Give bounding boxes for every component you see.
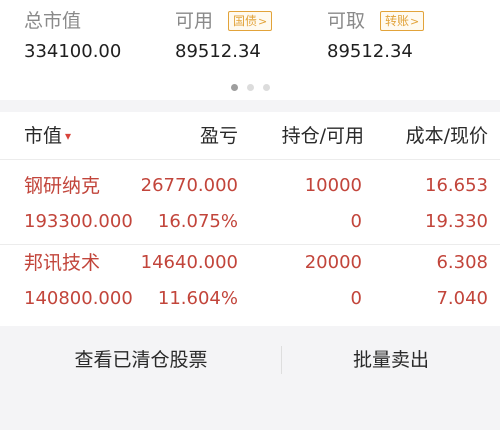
view-cleared-stocks-button[interactable]: 查看已清仓股票 [0,332,282,388]
profit-loss: 26770.000 [140,175,238,196]
holdings-table: 市值 ▾ 盈亏 持仓/可用 成本/现价 钢研纳克 193300.000 26770… [0,112,500,326]
total-assets-label: 总市值 [24,10,82,32]
stock-name: 钢研纳克 [24,175,101,197]
account-summary: 总市值 334100.00 可用 国债> 89512.34 可取 转账> 895… [0,0,500,100]
withdrawable-funds-value: 89512.34 [327,41,413,62]
action-bar: 查看已清仓股票 批量卖出 [0,332,500,388]
chevron-right-icon: > [410,15,420,28]
available-funds-value: 89512.34 [175,41,261,62]
batch-sell-button[interactable]: 批量卖出 [282,332,500,388]
market-value: 193300.000 [24,211,133,232]
profit-loss: 14640.000 [140,252,238,273]
market-value: 140800.000 [24,288,133,309]
current-price: 19.330 [425,211,488,232]
table-row[interactable]: 钢研纳克 193300.000 26770.000 16.075% 10000 … [0,168,500,245]
transfer-label: 转账 [385,14,410,28]
position-qty: 20000 [304,252,362,273]
cost-price-header[interactable]: 成本/现价 [406,123,488,149]
sort-market-value-header[interactable]: 市值 ▾ [24,123,71,149]
available-qty: 0 [350,288,362,309]
profit-loss-ratio: 11.604% [157,288,238,309]
stock-name: 邦讯技术 [24,252,101,274]
profit-loss-header[interactable]: 盈亏 [200,123,238,149]
table-header: 市值 ▾ 盈亏 持仓/可用 成本/现价 [0,112,500,158]
market-value-header-label: 市值 [24,125,63,147]
current-price: 7.040 [436,288,488,309]
header-divider [0,159,500,160]
withdrawable-funds-label: 可取 [327,10,366,32]
treasury-bond-label: 国债 [233,14,258,28]
total-assets-value: 334100.00 [24,41,122,62]
cost-price: 16.653 [425,175,488,196]
cost-price: 6.308 [436,252,488,273]
position-qty: 10000 [304,175,362,196]
treasury-bond-button[interactable]: 国债> [228,11,273,31]
page-dot[interactable] [247,84,254,91]
available-funds-label: 可用 [175,10,214,32]
profit-loss-ratio: 16.075% [157,211,238,232]
page-dot[interactable] [263,84,270,91]
page-dot-active[interactable] [231,84,238,91]
table-row[interactable]: 邦讯技术 140800.000 14640.000 11.604% 20000 … [0,245,500,322]
position-header[interactable]: 持仓/可用 [282,123,364,149]
sort-down-icon: ▾ [65,129,72,143]
chevron-right-icon: > [258,15,268,28]
available-qty: 0 [350,211,362,232]
transfer-button[interactable]: 转账> [380,11,425,31]
